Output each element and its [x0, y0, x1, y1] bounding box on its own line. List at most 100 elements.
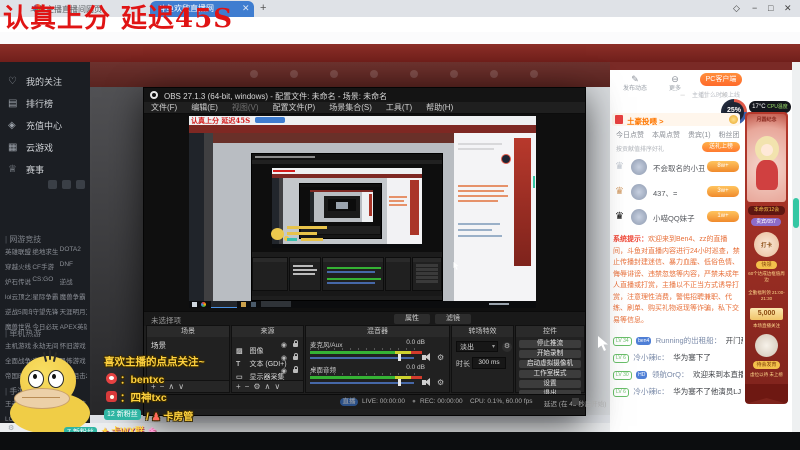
chat-username[interactable]: 领航OrQ [652, 370, 681, 379]
game-link[interactable]: 天涯明月刀 [60, 306, 87, 316]
game-link[interactable]: 绝地求生 [32, 246, 59, 256]
online-hint: 主播什么时候上线 [692, 93, 741, 99]
sidebar-item[interactable]: ♡ 我的关注 [8, 70, 62, 92]
obs-control-button[interactable]: 设置 [519, 379, 581, 388]
chat-tab[interactable]: 粉丝团 [719, 130, 740, 140]
chat-username[interactable]: Running的出租船 [656, 336, 714, 345]
ranking-row[interactable]: ♛ 437、= 3w+ [612, 180, 742, 205]
browser-close-button[interactable]: ✕ [784, 3, 792, 14]
duration-input[interactable]: 300 ms [472, 357, 506, 369]
transition-gear-icon[interactable]: ⚙ [502, 342, 512, 352]
ranking-row[interactable]: ♛ 小喵QQ妹子 1w+ [612, 205, 742, 230]
filters-button[interactable]: 滤镜 [435, 314, 471, 324]
game-link[interactable]: 永劫无间 [32, 340, 59, 350]
daka-claim-button[interactable]: 快领 [756, 261, 777, 269]
obs-preview[interactable]: 认真上分 延迟45S [144, 114, 585, 311]
scrollbar-thumb[interactable] [793, 198, 799, 228]
wait-button[interactable]: 待会发育 [753, 361, 780, 369]
controls-header[interactable]: 控件 [516, 326, 584, 337]
obs-menu-item[interactable]: 视图(V) [232, 102, 259, 113]
chat-username[interactable]: 冷小辣lc [633, 387, 661, 396]
sources-header[interactable]: 来源 [232, 326, 303, 337]
lock-icon[interactable] [293, 353, 298, 360]
sidebar-item[interactable]: ♕ 赛事 [8, 158, 62, 180]
sources-toolbar[interactable]: +−⚙∧∨ [232, 380, 303, 392]
mixer-header[interactable]: 混音器 [306, 326, 449, 337]
obs-close-button[interactable]: ✕ [720, 90, 728, 101]
game-link[interactable]: 魔兽争霸 [60, 291, 87, 301]
volume-slider[interactable] [398, 379, 401, 386]
game-link[interactable]: 逆战 [60, 276, 87, 286]
obs-menu-item[interactable]: 编辑(E) [191, 102, 218, 113]
post-action[interactable]: ✎ 发布动态 [618, 74, 652, 93]
gift-rank-button[interactable]: 送礼上榜 [702, 142, 740, 152]
source-row[interactable]: ▨ 图像 ◉ [232, 340, 303, 355]
tab-close-icon[interactable]: ✕ [242, 3, 250, 14]
chat-tab[interactable]: 贵宾(1) [688, 130, 711, 140]
obs-menu-item[interactable]: 文件(F) [151, 102, 177, 113]
obs-menu-item[interactable]: 工具(T) [386, 102, 412, 113]
game-link[interactable]: DNF [60, 261, 87, 271]
visibility-eye-icon[interactable]: ◉ [281, 354, 287, 362]
visibility-eye-icon[interactable]: ◉ [281, 341, 287, 349]
speaker-icon[interactable] [422, 378, 430, 386]
obs-maximize-button[interactable]: □ [701, 90, 706, 100]
lock-icon[interactable] [293, 340, 298, 347]
ranking-name: 小喵QQ妹子 [653, 214, 695, 223]
source-row[interactable]: T 文本 (GDI+) ◉ [232, 353, 303, 368]
volume-slider[interactable] [398, 354, 401, 361]
chat-message: LV 34 ben4 Running的出租船： 开门那种 [613, 330, 743, 347]
game-link[interactable]: 逆战5周年 [5, 306, 32, 316]
obs-control-button[interactable]: 开始录制 [519, 349, 581, 358]
visibility-eye-icon[interactable]: ◉ [281, 367, 287, 375]
game-link[interactable]: 守望先锋 [32, 306, 59, 316]
game-link[interactable]: 主机游戏 [5, 340, 32, 350]
browser-maximize-button[interactable]: □ [768, 3, 773, 14]
chat-tab[interactable]: 本周点赞 [652, 130, 680, 140]
obs-menu-item[interactable]: 配置文件(P) [273, 102, 316, 113]
level-badge: LV 6 [613, 354, 629, 363]
ranking-row[interactable]: ♛ 不会取名的小丑鸭 8w+ [612, 155, 742, 180]
game-link[interactable]: DOTA2 [60, 246, 87, 256]
obs-control-button[interactable]: 停止推流 [519, 339, 581, 348]
more-action[interactable]: ⊖ 更多 [658, 74, 692, 93]
obs-minimize-button[interactable]: − [680, 90, 685, 100]
transitions-header[interactable]: 转场特效 [452, 326, 513, 337]
game-link[interactable]: 英雄联盟 [5, 246, 32, 256]
game-link[interactable]: CS:GO [32, 276, 59, 286]
scenes-header[interactable]: 场景 [147, 326, 229, 337]
feed-tab-label[interactable]: 土豪投喂 > [627, 116, 663, 127]
speaker-icon[interactable] [422, 353, 430, 361]
sidebar-item[interactable]: ◈ 充值中心 [8, 114, 62, 136]
game-link[interactable]: 星际争霸 [32, 291, 59, 301]
obs-control-button[interactable]: 启动虚拟摄像机 [519, 359, 581, 368]
sidebar-item[interactable]: ▦ 云游戏 [8, 136, 62, 158]
chat-username[interactable]: 冷小辣lc [633, 353, 661, 362]
obs-menu-item[interactable]: 场景集合(S) [329, 102, 372, 113]
pc-client-button[interactable]: PC客户端 [700, 73, 742, 86]
sources-panel: 来源 ▨ 图像 ◉ T 文本 (GDI+) ◉ ▭ 显示器采集 ◉ +−⚙∧∨ [231, 325, 304, 393]
lock-icon[interactable] [293, 366, 298, 373]
obs-menu-item[interactable]: 帮助(H) [426, 102, 453, 113]
game-links-netgames: 英雄联盟 绝地求生 DOTA2 穿越火线 CF手游 DNF 炉石传说 CS:GO 逆战 lol云顶… [5, 246, 87, 331]
game-link[interactable]: 炉石传说 [5, 276, 32, 286]
game-link[interactable]: CF手游 [32, 261, 59, 271]
channel-gear-icon[interactable]: ⚙ [437, 378, 444, 387]
game-link[interactable]: lol云顶之弈 [5, 291, 32, 301]
game-link[interactable]: 穿越火线 [5, 261, 32, 271]
game-link[interactable]: 怀旧游戏 [60, 340, 87, 350]
chat-tab[interactable]: 今日点赞 [616, 130, 644, 140]
properties-button[interactable]: 属性 [394, 314, 430, 324]
source-row[interactable]: ▭ 显示器采集 ◉ [232, 366, 303, 381]
activity-banner[interactable]: 月圆纪念 本命双12会 贵宾/057 打卡 快领 60个达成边框值周边 全勤福利… [745, 112, 788, 404]
scene-item[interactable]: 场景 [151, 340, 166, 351]
obs-titlebar[interactable]: OBS 27.1.3 (64-bit, windows) - 配置文件: 未命名… [144, 88, 728, 102]
new-tab-button[interactable]: + [260, 2, 266, 14]
sidebar-item[interactable]: ▤ 排行榜 [8, 92, 62, 114]
game-link[interactable]: APEX英雄 [60, 321, 87, 331]
browser-minimize-button[interactable]: − [752, 3, 757, 14]
obs-control-button[interactable]: 工作室模式 [519, 369, 581, 378]
page-scrollbar[interactable] [792, 62, 800, 432]
channel-gear-icon[interactable]: ⚙ [437, 353, 444, 362]
transition-select[interactable]: 淡出 ▾ [456, 341, 498, 352]
